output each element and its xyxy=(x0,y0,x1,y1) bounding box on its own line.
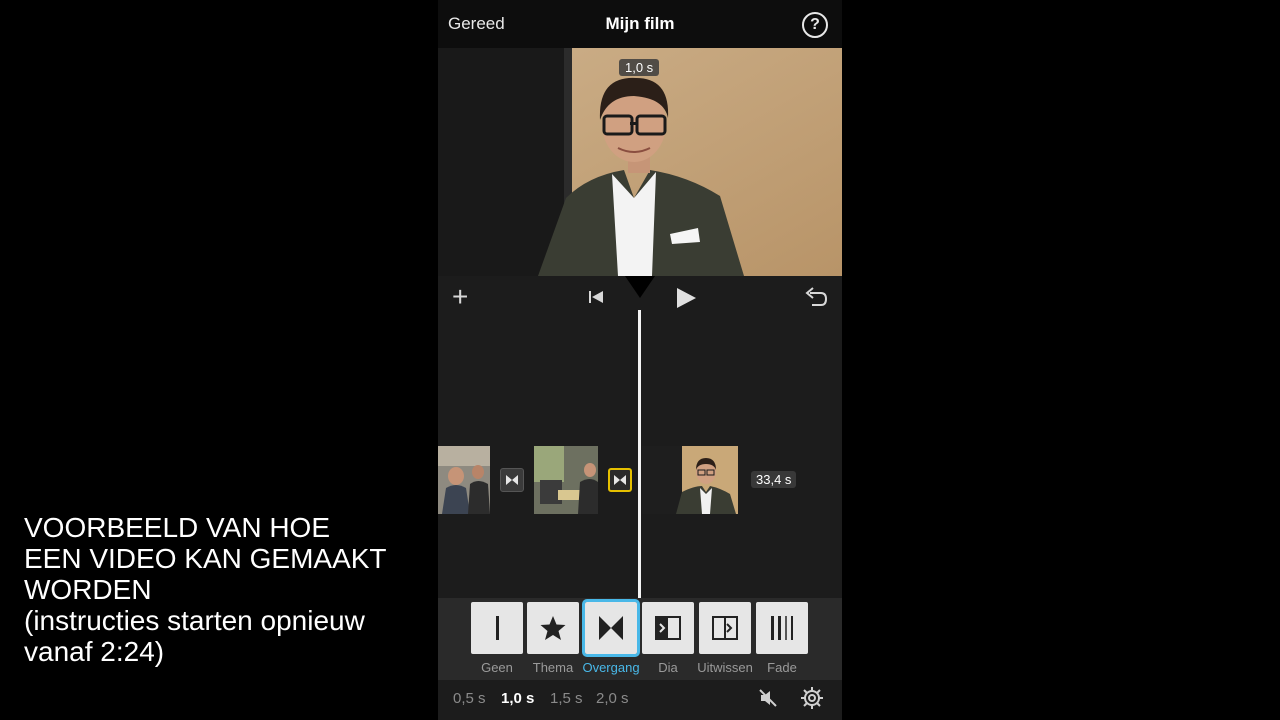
playhead-marker xyxy=(625,276,655,298)
add-media-button[interactable]: + xyxy=(452,282,468,312)
transition-marker-1[interactable] xyxy=(500,468,524,492)
duration-option-1-0[interactable]: 1,0 s xyxy=(501,690,534,707)
transition-marker-2-selected[interactable] xyxy=(608,468,632,492)
video-caption: VOORBEELD VAN HOE EEN VIDEO KAN GEMAAKT … xyxy=(24,512,434,667)
wipe-icon xyxy=(712,616,738,640)
duration-option-0-5[interactable]: 0,5 s xyxy=(453,690,486,707)
tool-label-theme: Thema xyxy=(532,660,574,675)
caption-line-4: (instructies starten opnieuw xyxy=(24,605,365,636)
clip-1-thumbnail xyxy=(438,446,490,514)
tool-label-fade: Fade xyxy=(767,660,797,675)
clip-3-thumbnail xyxy=(642,446,738,514)
transition-fade-button[interactable] xyxy=(756,602,808,654)
transition-crossfade-button[interactable] xyxy=(582,599,640,657)
undo-icon[interactable] xyxy=(804,287,828,309)
clip-duration-label: 33,4 s xyxy=(751,471,797,488)
transition-none-button[interactable] xyxy=(471,602,523,654)
bowtie-icon xyxy=(506,475,518,485)
transition-wipe-button[interactable] xyxy=(699,602,751,654)
timeline-clip-2[interactable] xyxy=(534,446,598,514)
caption-line-2: EEN VIDEO KAN GEMAAKT xyxy=(24,543,387,574)
preview-duration-badge: 1,0 s xyxy=(619,59,660,76)
caption-line-5: vanaf 2:24) xyxy=(24,636,165,667)
fade-icon xyxy=(771,616,793,640)
clip-2-thumbnail xyxy=(534,446,598,514)
duration-option-1-5[interactable]: 1,5 s xyxy=(550,690,583,707)
slide-icon xyxy=(655,616,681,640)
star-icon xyxy=(540,616,566,640)
settings-gear-icon[interactable] xyxy=(800,686,824,710)
transition-theme-button[interactable] xyxy=(527,602,579,654)
skip-to-start-icon[interactable] xyxy=(588,290,604,304)
mute-icon[interactable] xyxy=(758,688,778,708)
play-icon[interactable] xyxy=(675,287,697,309)
tool-label-slide: Dia xyxy=(658,660,678,675)
caption-line-3: WORDEN xyxy=(24,574,152,605)
tool-label-none: Geen xyxy=(481,660,513,675)
duration-option-2-0[interactable]: 2,0 s xyxy=(596,690,629,707)
tool-label-wipe: Uitwissen xyxy=(697,660,753,675)
caption-line-1: VOORBEELD VAN HOE xyxy=(24,512,331,543)
tool-label-crossfade: Overgang xyxy=(582,660,640,675)
project-title: Mijn film xyxy=(605,14,675,33)
nav-bar: Gereed Mijn film ? xyxy=(438,0,842,48)
imovie-screen: Gereed Mijn film ? 1,0 s + 33,4 s Geen T… xyxy=(438,0,842,720)
playhead-line xyxy=(638,310,641,598)
timeline-clip-3[interactable] xyxy=(642,446,738,514)
preview-frame xyxy=(438,48,842,276)
none-bar-icon xyxy=(496,616,499,640)
help-icon[interactable]: ? xyxy=(802,12,828,38)
bowtie-icon xyxy=(599,616,623,640)
duration-bar xyxy=(438,680,842,720)
transition-slide-button[interactable] xyxy=(642,602,694,654)
bowtie-icon xyxy=(614,475,626,485)
timeline-clip-1[interactable] xyxy=(438,446,490,514)
video-preview[interactable]: 1,0 s xyxy=(438,48,842,276)
